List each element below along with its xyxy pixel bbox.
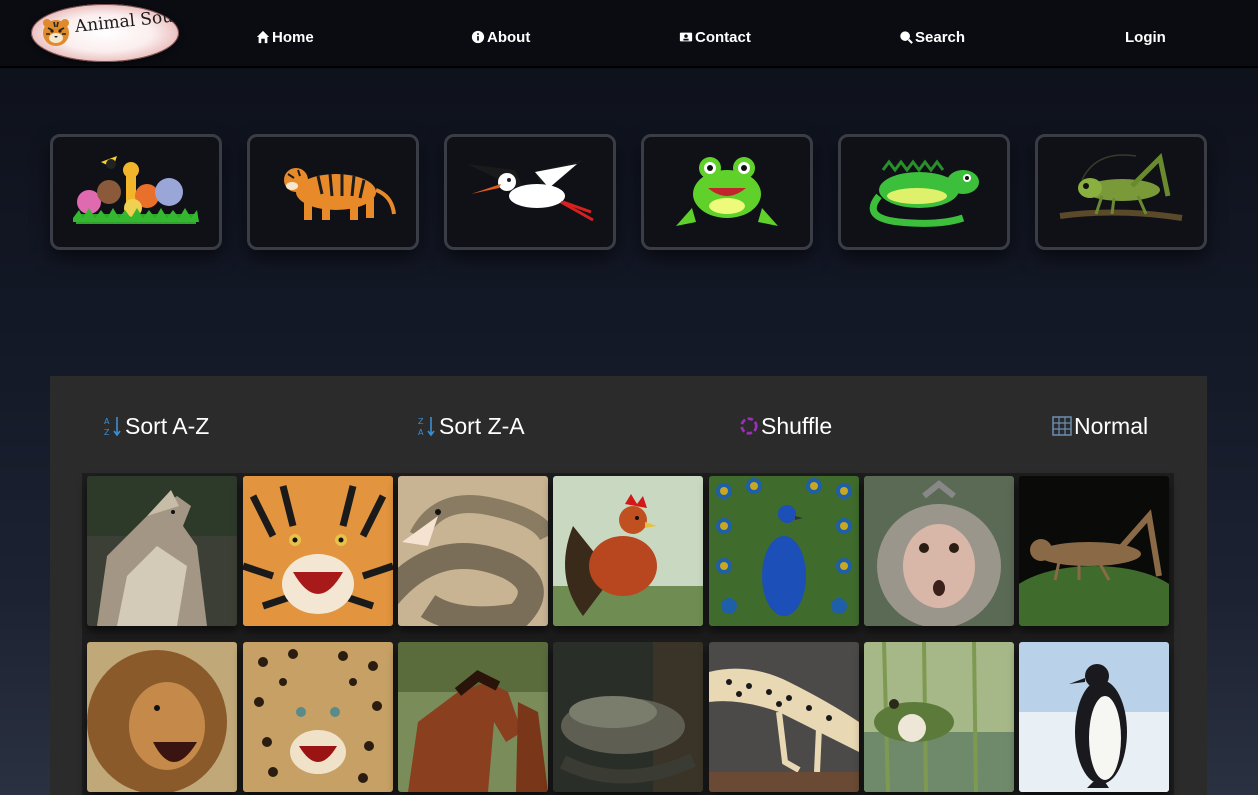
info-icon (471, 30, 485, 44)
category-birds[interactable] (444, 134, 616, 250)
category-all-animals[interactable] (50, 134, 222, 250)
animal-card-monkey[interactable] (864, 476, 1014, 626)
animal-gallery-panel: A Z Sort A-Z Z A Sort Z-A Shuffle Normal (50, 376, 1207, 795)
nav-contact-label: Contact (695, 28, 751, 46)
rooster-image (553, 476, 703, 626)
category-reptiles[interactable] (838, 134, 1010, 250)
snake-image (398, 476, 548, 626)
animal-card-lion[interactable] (87, 642, 237, 792)
category-insects[interactable] (1035, 134, 1207, 250)
animal-card-penguin[interactable] (1019, 642, 1169, 792)
site-logo[interactable]: Animal Sounds (31, 4, 179, 62)
svg-text:Z: Z (418, 417, 424, 426)
search-icon (900, 31, 913, 44)
nav-login[interactable]: Login (1125, 26, 1166, 48)
iguana-icon (869, 159, 979, 227)
sort-az-label: Sort A-Z (125, 412, 210, 439)
nav-about-label: About (487, 28, 531, 46)
lion-image (87, 642, 237, 792)
animal-card-wolf[interactable] (87, 476, 237, 626)
nav-about[interactable]: About (471, 26, 530, 48)
wolf-image (87, 476, 237, 626)
shuffle-icon (740, 417, 758, 435)
penguin-image (1019, 642, 1169, 792)
grid-icon (1052, 416, 1072, 436)
animal-card-rooster[interactable] (553, 476, 703, 626)
sort-za-button[interactable]: Z A Sort Z-A (417, 412, 525, 440)
contact-card-icon (679, 32, 693, 42)
animal-group-icon (73, 156, 199, 224)
animal-card-grasshopper[interactable] (1019, 476, 1169, 626)
svg-text:A: A (418, 428, 424, 437)
nav-home-label: Home (272, 28, 314, 46)
peacock-image (709, 476, 859, 626)
salamander-image (553, 642, 703, 792)
monkey-image (864, 476, 1014, 626)
nav-home[interactable]: Home (256, 26, 314, 48)
animal-card-peacock[interactable] (709, 476, 859, 626)
sort-alpha-desc-icon: Z A (418, 417, 435, 437)
animal-card-horse[interactable] (398, 642, 548, 792)
animal-card-frog[interactable] (864, 642, 1014, 792)
shuffle-label: Shuffle (761, 412, 833, 439)
top-navbar: Animal Sounds Home About Contact Search … (0, 0, 1258, 68)
tiger-logo-icon (43, 19, 69, 46)
frog-icon (676, 157, 778, 226)
svg-text:Z: Z (104, 428, 110, 437)
nav-search[interactable]: Search (899, 26, 965, 48)
animal-card-tiger[interactable] (243, 476, 393, 626)
stork-icon (467, 160, 594, 222)
horse-image (398, 642, 548, 792)
nav-contact[interactable]: Contact (679, 26, 751, 48)
tiger-image (243, 476, 393, 626)
normal-view-label: Normal (1074, 412, 1149, 439)
home-icon (256, 30, 270, 44)
animal-card-leopard[interactable] (243, 642, 393, 792)
sort-za-label: Sort Z-A (439, 412, 525, 439)
sort-az-button[interactable]: A Z Sort A-Z (103, 412, 209, 440)
animal-card-gecko[interactable] (709, 642, 859, 792)
tiger-icon (284, 168, 396, 220)
logo-text: Animal Sounds (73, 4, 179, 37)
leopard-image (243, 642, 393, 792)
animal-grid (82, 473, 1174, 795)
grasshopper-image (1019, 476, 1169, 626)
category-mammals[interactable] (247, 134, 419, 250)
sort-alpha-asc-icon: A Z (104, 417, 121, 437)
category-amphibians[interactable] (641, 134, 813, 250)
nav-login-label: Login (1125, 28, 1166, 46)
gecko-image (709, 642, 859, 792)
animal-card-salamander[interactable] (553, 642, 703, 792)
grasshopper-icon (1059, 152, 1183, 221)
animal-card-snake[interactable] (398, 476, 548, 626)
shuffle-button[interactable]: Shuffle (739, 412, 832, 440)
svg-text:A: A (104, 417, 110, 426)
nav-search-label: Search (915, 28, 966, 46)
frog-image (864, 642, 1014, 792)
normal-view-button[interactable]: Normal (1052, 412, 1148, 440)
